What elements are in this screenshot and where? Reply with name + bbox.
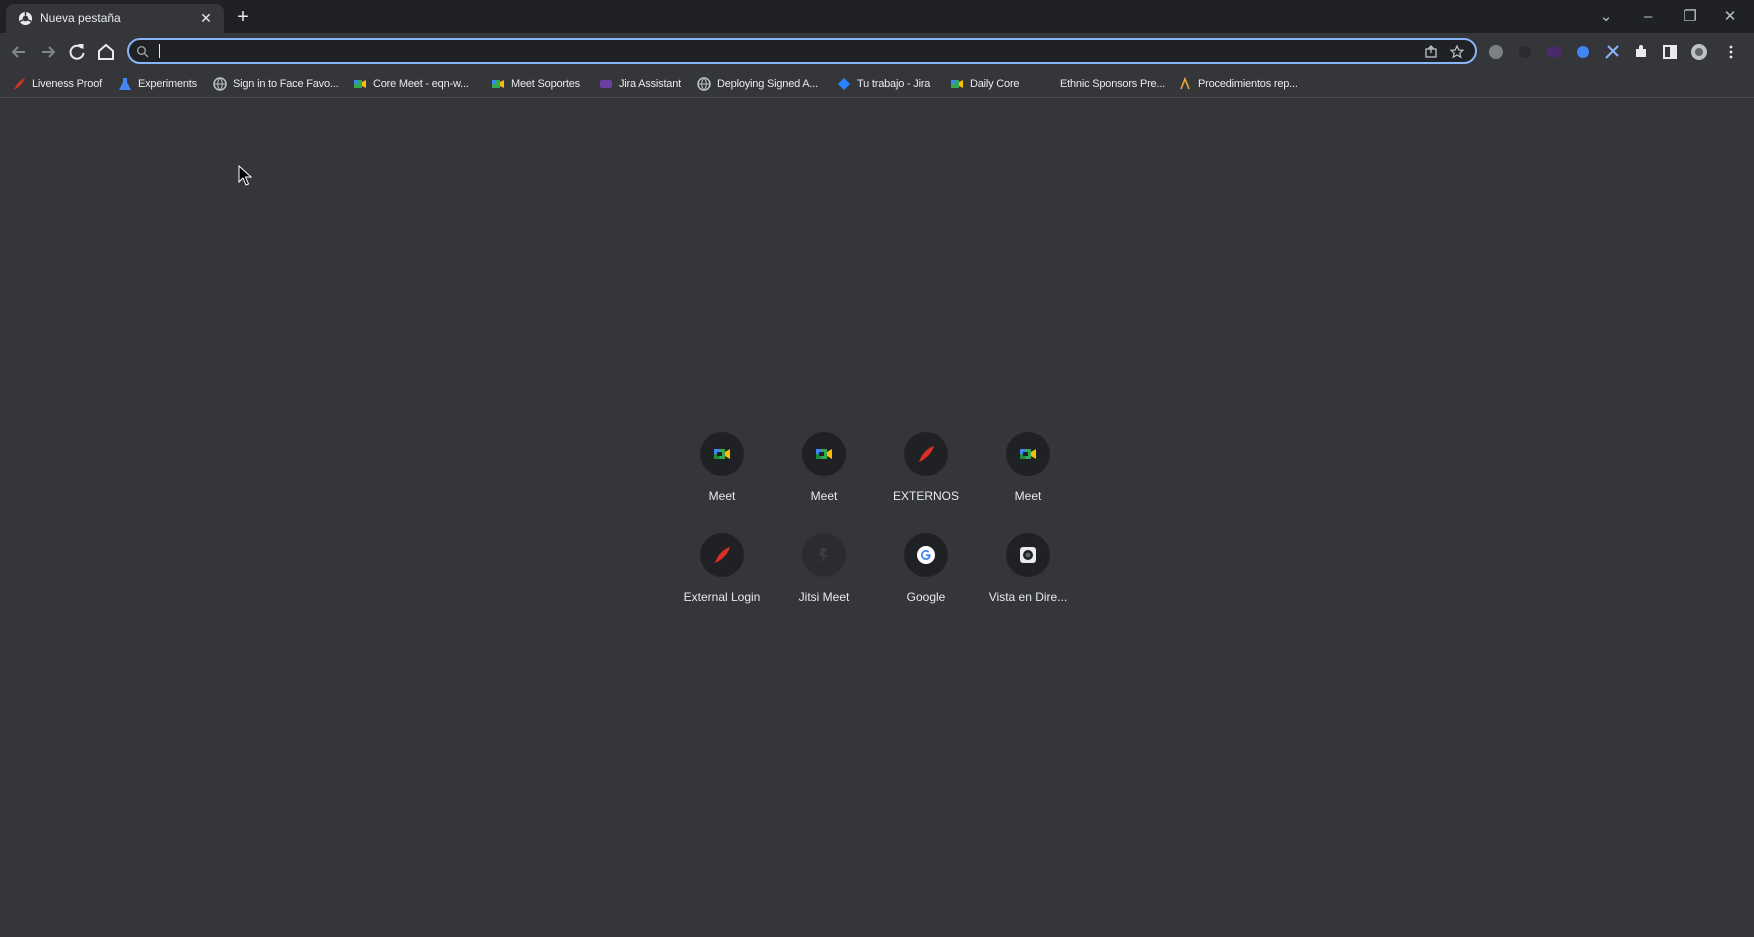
side-panel-icon[interactable]	[1661, 43, 1679, 61]
shortcut-tile[interactable]: EXTERNOS	[870, 432, 982, 524]
shortcut-tile[interactable]: External Login	[666, 533, 778, 625]
bookmark-item[interactable]: Tu trabajo - Jira	[837, 75, 930, 93]
restore-button[interactable]: ❐	[1670, 4, 1710, 30]
bookmark-item[interactable]: Sign in to Face Favo...	[213, 75, 339, 93]
shortcut-label: External Login	[683, 590, 761, 604]
bookmark-label: Deploying Signed A...	[717, 78, 818, 90]
back-icon[interactable]	[7, 40, 31, 64]
meet-icon	[816, 449, 832, 459]
blank-icon	[1040, 77, 1054, 91]
profile-avatar-icon[interactable]	[1690, 43, 1708, 61]
forward-icon[interactable]	[36, 40, 60, 64]
shortcut-label: Google	[906, 590, 946, 604]
reload-icon[interactable]	[65, 40, 89, 64]
shortcut-tile[interactable]: Meet	[972, 432, 1084, 524]
jira-icon	[838, 78, 850, 90]
shortcut-label: Meet	[708, 489, 736, 503]
shortcut-icon-circle	[1006, 432, 1050, 476]
bookmark-label: Ethnic Sponsors Pre...	[1060, 78, 1166, 90]
shortcut-icon-circle	[1006, 533, 1050, 577]
minimize-button[interactable]: –	[1628, 4, 1668, 30]
shortcut-label: Jitsi Meet	[798, 590, 850, 604]
bookmark-label: Liveness Proof	[32, 78, 102, 90]
bookmark-item[interactable]: Meet Soportes	[491, 75, 580, 93]
bookmark-item[interactable]: Ethnic Sponsors Pre...	[1040, 75, 1165, 93]
bookmark-label: Sign in to Face Favo...	[233, 78, 339, 90]
extension-dark-icon[interactable]	[1516, 43, 1534, 61]
menu-kebab-icon[interactable]	[1722, 43, 1740, 61]
home-icon[interactable]	[94, 40, 118, 64]
shortcut-icon-circle	[700, 432, 744, 476]
chrome-globe-icon	[18, 11, 33, 26]
bookmark-label: Jira Assistant	[619, 78, 682, 90]
bookmark-item[interactable]: Experiments	[118, 75, 197, 93]
extensions-puzzle-icon[interactable]	[1632, 43, 1650, 61]
jitsi-icon	[819, 548, 828, 563]
bookmarks-bar: Liveness Proof Experiments Sign in to Fa…	[0, 71, 1754, 98]
tab-close-icon[interactable]: ✕	[198, 10, 214, 26]
bookmark-label: Core Meet - eqn-w...	[373, 78, 469, 90]
bookmark-label: Daily Core	[970, 78, 1020, 90]
bookmark-label: Tu trabajo - Jira	[857, 78, 931, 90]
browser-window: Nueva pestaña ✕ + ⌄ – ❐ ✕ Liveness Proof…	[0, 0, 1754, 937]
meet-icon	[714, 449, 730, 459]
bookmark-item[interactable]: Core Meet - eqn-w...	[353, 75, 469, 93]
bookmark-item[interactable]: Jira Assistant	[599, 75, 681, 93]
shortcut-icon-circle	[904, 533, 948, 577]
bookmark-item[interactable]: Liveness Proof	[12, 75, 102, 93]
bookmark-item[interactable]: Deploying Signed A...	[697, 75, 818, 93]
tab-title: Nueva pestaña	[40, 11, 121, 25]
feather-red-icon	[14, 78, 25, 90]
new-tab-page: Meet Meet EXTERNOS Meet External Login J…	[0, 98, 1754, 937]
search-icon	[137, 46, 149, 58]
bookmark-label: Experiments	[138, 78, 197, 90]
shortcut-label: EXTERNOS	[892, 489, 959, 503]
camera-icon	[1020, 547, 1036, 563]
shortcut-tile[interactable]: Jitsi Meet	[768, 533, 880, 625]
google-icon	[917, 546, 935, 564]
shortcut-icon-circle	[904, 432, 948, 476]
bookmark-item[interactable]: Daily Core	[950, 75, 1020, 93]
meet-icon	[492, 80, 504, 88]
new-tab-button[interactable]: +	[232, 7, 254, 29]
bookmark-item[interactable]: Procedimientos rep...	[1178, 75, 1298, 93]
address-input[interactable]	[155, 42, 1409, 62]
shortcut-icon-circle	[700, 533, 744, 577]
shortcut-icon-circle	[802, 432, 846, 476]
globe-icon	[213, 77, 227, 91]
globe-icon	[697, 77, 711, 91]
extension-tools-icon[interactable]	[1603, 43, 1621, 61]
feather-red-icon	[919, 446, 934, 462]
address-bar[interactable]	[127, 38, 1477, 64]
meet-icon	[951, 80, 963, 88]
procedures-icon	[1180, 77, 1190, 90]
extension-shield-icon[interactable]	[1487, 43, 1505, 61]
flask-icon	[119, 78, 131, 90]
close-window-button[interactable]: ✕	[1710, 4, 1750, 30]
tab-strip: Nueva pestaña ✕ + ⌄ – ❐ ✕	[0, 0, 1754, 33]
shortcut-tile[interactable]: Meet	[768, 432, 880, 524]
meet-icon	[1020, 449, 1036, 459]
shortcut-tile[interactable]: Meet	[666, 432, 778, 524]
shortcut-label: Vista en Dire...	[988, 590, 1068, 604]
shortcut-tile[interactable]: Vista en Dire...	[972, 533, 1084, 625]
bookmark-label: Procedimientos rep...	[1198, 78, 1298, 90]
extension-blue-dot-icon[interactable]	[1574, 43, 1592, 61]
shortcut-label: Meet	[810, 489, 838, 503]
feather-red-icon	[715, 547, 730, 563]
bookmark-star-icon[interactable]	[1449, 44, 1465, 60]
toolbar	[0, 33, 1754, 71]
share-icon[interactable]	[1423, 44, 1439, 60]
tab-search-chevron-icon[interactable]: ⌄	[1586, 4, 1626, 30]
shortcut-label: Meet	[1014, 489, 1042, 503]
tab-new-tab[interactable]: Nueva pestaña ✕	[6, 4, 224, 33]
mouse-cursor-icon	[238, 165, 253, 186]
shortcut-icon-circle	[802, 533, 846, 577]
meet-icon	[354, 80, 366, 88]
shortcut-tile[interactable]: Google	[870, 533, 982, 625]
bookmark-label: Meet Soportes	[511, 78, 580, 90]
extension-jira-assistant-icon[interactable]	[1545, 43, 1563, 61]
jira-assistant-icon	[600, 80, 612, 88]
